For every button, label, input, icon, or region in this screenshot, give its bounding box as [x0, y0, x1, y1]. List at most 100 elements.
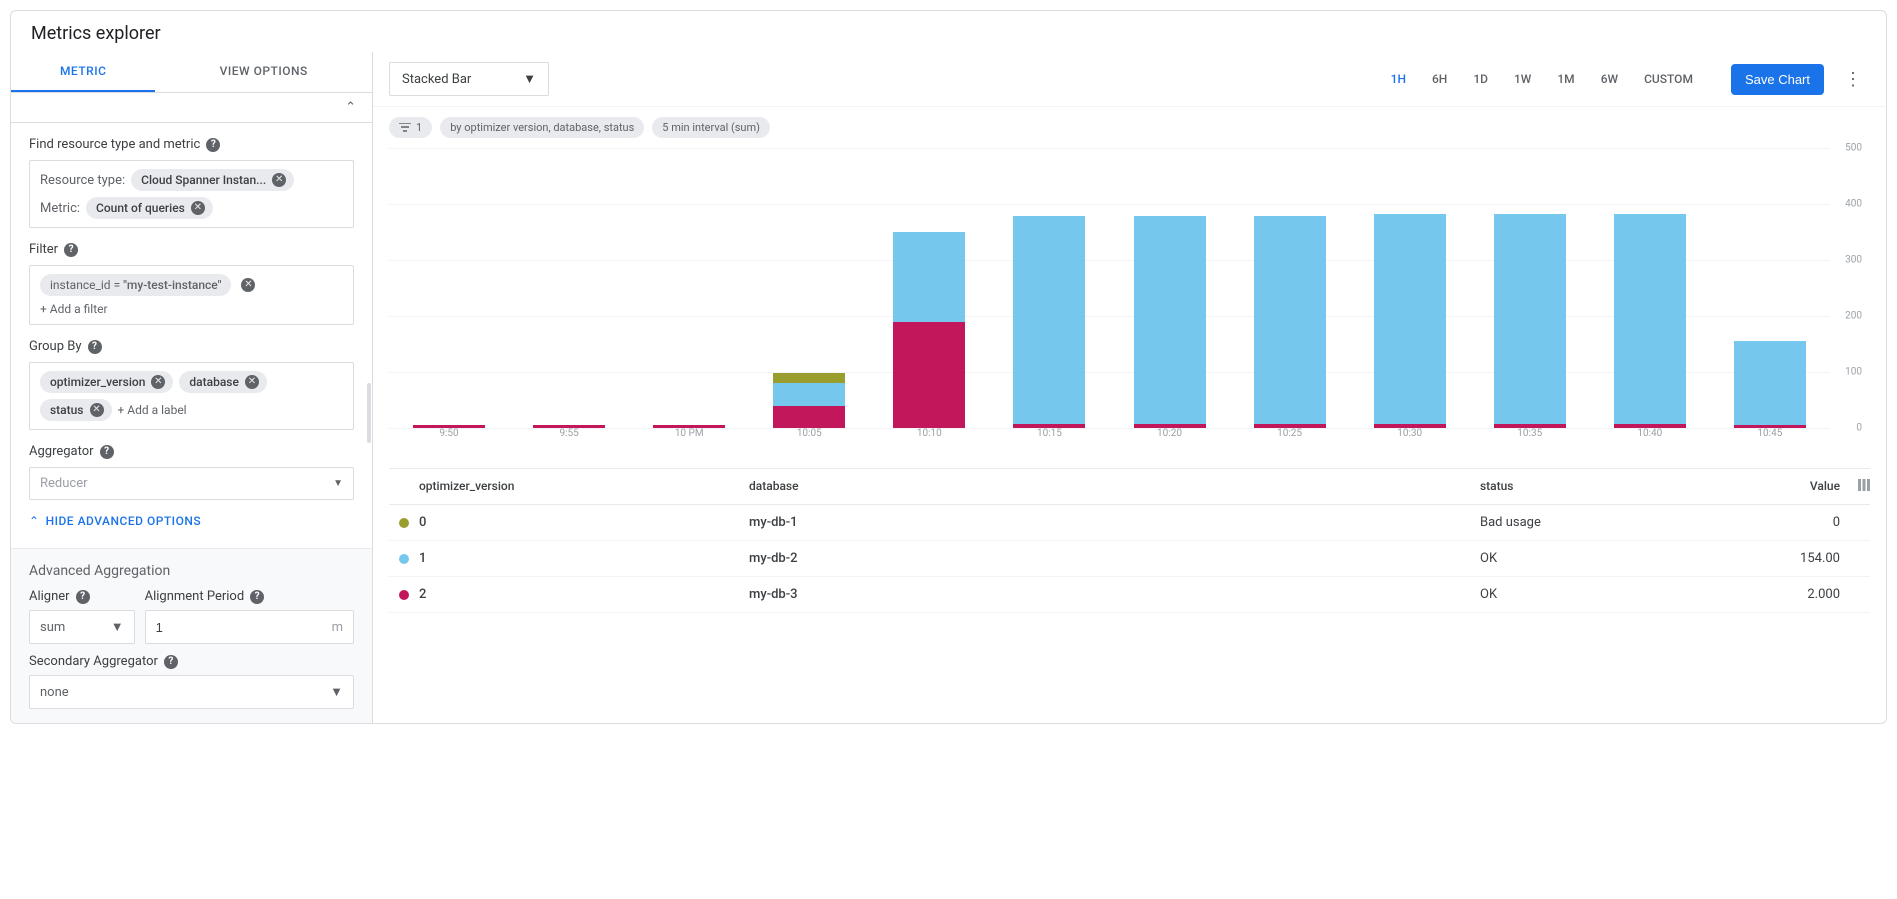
- secondary-aggregator-select[interactable]: none ▼: [29, 675, 354, 709]
- legend-row[interactable]: 0my-db-1Bad usage0: [389, 505, 1870, 541]
- time-range-1m[interactable]: 1M: [1547, 66, 1584, 92]
- header-database[interactable]: database: [749, 479, 1480, 494]
- legend-status: OK: [1480, 551, 1760, 566]
- bar-segment-1: [1734, 341, 1806, 425]
- add-label-link[interactable]: + Add a label: [118, 403, 187, 417]
- legend-status: Bad usage: [1480, 515, 1760, 530]
- y-tick: 400: [1845, 199, 1862, 210]
- bar-group[interactable]: [389, 148, 509, 428]
- bar-group[interactable]: [1710, 148, 1830, 428]
- legend-optimizer: 1: [419, 551, 749, 566]
- bar-segment-1: [1494, 214, 1566, 424]
- y-axis: 0100200300400500: [1830, 148, 1870, 428]
- more-options-icon[interactable]: ⋮: [1836, 65, 1870, 94]
- remove-resource-type-icon[interactable]: ✕: [272, 173, 286, 187]
- bar-group[interactable]: [1350, 148, 1470, 428]
- help-icon[interactable]: ?: [64, 243, 78, 257]
- help-icon[interactable]: ?: [206, 138, 220, 152]
- time-range-1d[interactable]: 1D: [1463, 66, 1498, 92]
- x-tick: 9:55: [509, 428, 629, 448]
- chart-type-select[interactable]: Stacked Bar ▼: [389, 62, 549, 96]
- resource-metric-box: Resource type: Cloud Spanner Instan... ✕…: [29, 160, 354, 228]
- bar-segment-2: [893, 322, 965, 428]
- y-tick: 300: [1845, 255, 1862, 266]
- bar-group[interactable]: [1230, 148, 1350, 428]
- help-icon[interactable]: ?: [100, 445, 114, 459]
- bar-segment-1: [1374, 214, 1446, 424]
- x-tick: 10 PM: [629, 428, 749, 448]
- chart-area: 1 by optimizer version, database, status…: [373, 106, 1886, 458]
- header-value[interactable]: Value: [1760, 479, 1840, 494]
- page-title: Metrics explorer: [11, 11, 1886, 52]
- group-by-chip-database[interactable]: database ✕: [179, 371, 267, 393]
- bar-group[interactable]: [1109, 148, 1229, 428]
- legend-row[interactable]: 1my-db-2OK154.00: [389, 541, 1870, 577]
- bar-group[interactable]: [989, 148, 1109, 428]
- filter-chip[interactable]: instance_id = "my-test-instance": [40, 274, 231, 296]
- aggregator-label: Aggregator ?: [29, 444, 354, 459]
- metric-label: Metric:: [40, 201, 80, 216]
- metric-panel: Find resource type and metric ? Resource…: [11, 123, 372, 542]
- bar-group[interactable]: [749, 148, 869, 428]
- header-optimizer[interactable]: optimizer_version: [419, 479, 749, 494]
- resource-type-label: Resource type:: [40, 173, 125, 188]
- time-range-6h[interactable]: 6H: [1422, 66, 1457, 92]
- main-area: Stacked Bar ▼ 1H6H1D1W1M 6WCUSTOM Save Ch…: [373, 52, 1886, 723]
- remove-groupby-icon[interactable]: ✕: [151, 375, 165, 389]
- time-range-1h[interactable]: 1H: [1381, 66, 1416, 92]
- legend-swatch: [399, 518, 409, 528]
- time-range-6w[interactable]: 6W: [1591, 66, 1628, 92]
- add-filter-link[interactable]: + Add a filter: [40, 302, 108, 316]
- tab-metric[interactable]: METRIC: [11, 52, 155, 92]
- x-tick: 10:45: [1710, 428, 1830, 448]
- hide-advanced-toggle[interactable]: ⌃ HIDE ADVANCED OPTIONS: [29, 514, 354, 528]
- x-tick: 10:25: [1230, 428, 1350, 448]
- aggregator-select[interactable]: Reducer ▼: [29, 467, 354, 500]
- alignment-period-input[interactable]: m: [145, 610, 354, 644]
- bar-segment-0: [773, 373, 845, 383]
- help-icon[interactable]: ?: [250, 590, 264, 604]
- metric-chip[interactable]: Count of queries ✕: [86, 197, 213, 219]
- panel-collapse-toggle[interactable]: ⌃: [11, 93, 372, 123]
- legend-swatch: [399, 554, 409, 564]
- remove-groupby-icon[interactable]: ✕: [245, 375, 259, 389]
- filter-box: instance_id = "my-test-instance" ✕ + Add…: [29, 265, 354, 325]
- bar-segment-1: [1134, 216, 1206, 423]
- resource-type-chip[interactable]: Cloud Spanner Instan... ✕: [131, 169, 294, 191]
- groupby-chip[interactable]: by optimizer version, database, status: [440, 117, 644, 138]
- time-range-custom[interactable]: CUSTOM: [1634, 66, 1703, 92]
- save-chart-button[interactable]: Save Chart: [1731, 64, 1824, 95]
- alignment-period-label: Alignment Period ?: [145, 589, 354, 604]
- interval-chip[interactable]: 5 min interval (sum): [652, 117, 770, 138]
- time-range-1w[interactable]: 1W: [1504, 66, 1541, 92]
- help-icon[interactable]: ?: [164, 655, 178, 669]
- bar-segment-1: [1614, 214, 1686, 424]
- scrollbar-thumb[interactable]: [367, 383, 371, 443]
- group-by-chip-status[interactable]: status ✕: [40, 399, 112, 421]
- remove-groupby-icon[interactable]: ✕: [90, 403, 104, 417]
- bar-group[interactable]: [1590, 148, 1710, 428]
- remove-metric-icon[interactable]: ✕: [191, 201, 205, 215]
- columns-icon[interactable]: [1840, 479, 1870, 494]
- aligner-select[interactable]: sum ▼: [29, 610, 135, 644]
- x-tick: 10:05: [749, 428, 869, 448]
- help-icon[interactable]: ?: [76, 590, 90, 604]
- bar-group[interactable]: [509, 148, 629, 428]
- remove-filter-icon[interactable]: ✕: [241, 278, 255, 292]
- header-status[interactable]: status: [1480, 479, 1760, 494]
- advanced-title: Advanced Aggregation: [29, 563, 354, 579]
- tab-view-options[interactable]: VIEW OPTIONS: [155, 52, 372, 92]
- group-by-chip-optimizer[interactable]: optimizer_version ✕: [40, 371, 173, 393]
- legend-swatch: [399, 590, 409, 600]
- legend-database: my-db-3: [749, 587, 1480, 602]
- help-icon[interactable]: ?: [88, 340, 102, 354]
- legend-row[interactable]: 2my-db-3OK2.000: [389, 577, 1870, 613]
- advanced-aggregation-section: Advanced Aggregation Aligner ? sum ▼: [11, 548, 372, 723]
- bar-group[interactable]: [869, 148, 989, 428]
- bar-group[interactable]: [629, 148, 749, 428]
- legend-header: optimizer_version database status Value: [389, 469, 1870, 505]
- group-by-label: Group By ?: [29, 339, 354, 354]
- x-tick: 10:40: [1590, 428, 1710, 448]
- filter-count-chip[interactable]: 1: [389, 117, 432, 138]
- bar-group[interactable]: [1470, 148, 1590, 428]
